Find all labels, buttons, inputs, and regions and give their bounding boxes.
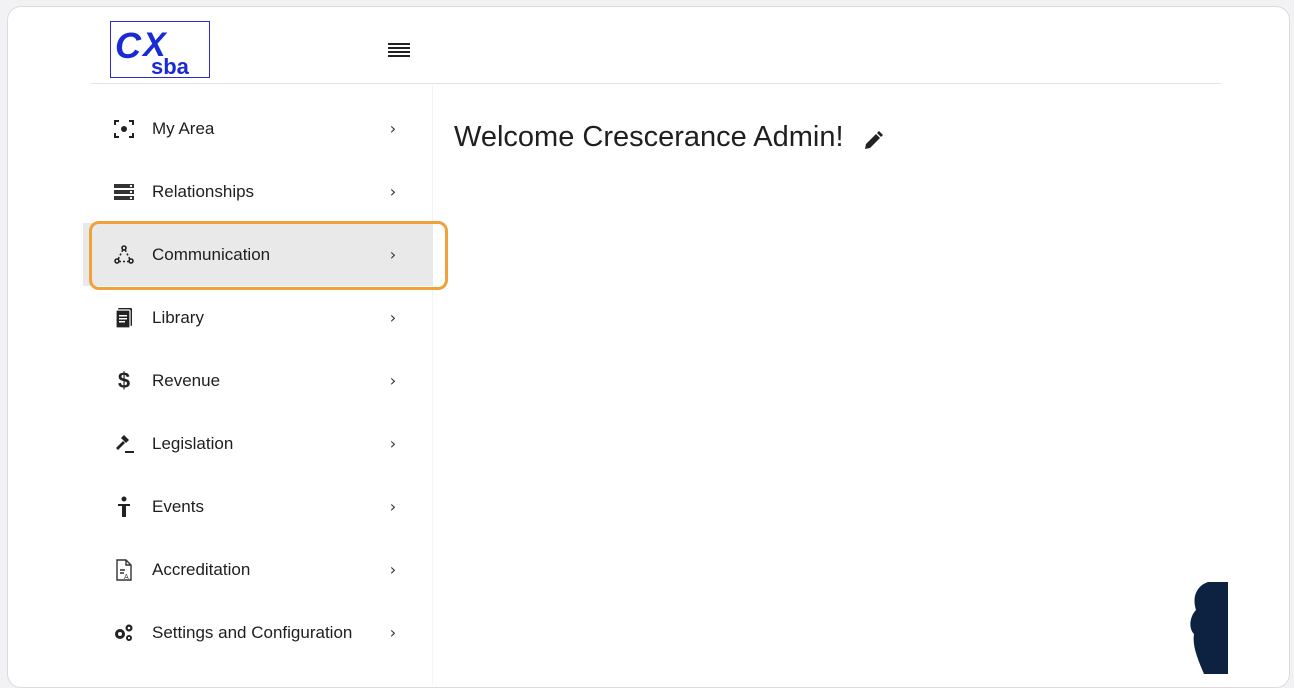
sidebar-item-label: Library bbox=[152, 307, 204, 327]
hamburger-icon[interactable] bbox=[388, 41, 410, 63]
document-icon bbox=[111, 305, 137, 331]
sidebar-item-label: Communication bbox=[152, 244, 271, 264]
sidebar-item-events[interactable]: Events › bbox=[83, 475, 433, 538]
sidebar-item-legislation[interactable]: Legislation › bbox=[83, 412, 433, 475]
sidebar-item-accreditation[interactable]: A Accreditation › bbox=[83, 538, 433, 601]
sidebar-item-relationships[interactable]: Relationships › bbox=[83, 160, 433, 223]
svg-text:sba: sba bbox=[151, 54, 190, 77]
app-window: C X sba My Area › Relationships › Commun… bbox=[7, 6, 1290, 688]
sidebar-item-label: Accreditation bbox=[152, 559, 251, 579]
chevron-right-icon: › bbox=[389, 182, 397, 201]
sidebar-nav: My Area › Relationships › Communication bbox=[83, 97, 433, 664]
sidebar-item-label: Settings and Configuration bbox=[152, 622, 353, 642]
sidebar-item-communication[interactable]: Communication › bbox=[83, 223, 433, 286]
doc-badge-icon: A bbox=[111, 557, 137, 583]
chevron-right-icon: › bbox=[389, 497, 397, 516]
sidebar-item-label: Relationships bbox=[152, 181, 255, 201]
chevron-right-icon: › bbox=[389, 119, 397, 138]
chevron-right-icon: › bbox=[389, 245, 397, 264]
page-title: Welcome Crescerance Admin! bbox=[454, 121, 884, 154]
svg-text:C: C bbox=[115, 25, 142, 66]
chevron-right-icon: › bbox=[389, 371, 397, 390]
chevron-right-icon: › bbox=[389, 623, 397, 642]
welcome-text: Welcome Crescerance Admin! bbox=[454, 121, 844, 153]
header-divider bbox=[91, 83, 1221, 84]
chevron-right-icon: › bbox=[389, 560, 397, 579]
sidebar-item-revenue[interactable]: $ Revenue › bbox=[83, 349, 433, 412]
network-triangle-icon bbox=[111, 242, 137, 268]
app-logo[interactable]: C X sba bbox=[110, 21, 210, 79]
sidebar-item-library[interactable]: Library › bbox=[83, 286, 433, 349]
sidebar-item-label: My Area bbox=[152, 118, 215, 138]
person-podium-icon bbox=[111, 494, 137, 520]
sidebar-item-label: Events bbox=[152, 496, 204, 516]
gavel-icon bbox=[111, 431, 137, 457]
list-stack-icon bbox=[111, 179, 137, 205]
sidebar-item-my-area[interactable]: My Area › bbox=[83, 97, 433, 160]
gears-icon bbox=[111, 620, 137, 646]
dollar-icon: $ bbox=[117, 367, 131, 393]
chevron-right-icon: › bbox=[389, 308, 397, 327]
pencil-icon[interactable] bbox=[862, 127, 884, 149]
decorative-figure bbox=[1178, 582, 1228, 674]
svg-text:A: A bbox=[124, 574, 129, 581]
sidebar-item-label: Revenue bbox=[152, 370, 221, 390]
focus-dot-icon bbox=[111, 116, 137, 142]
sidebar-item-label: Legislation bbox=[152, 433, 234, 453]
chevron-right-icon: › bbox=[389, 434, 397, 453]
sidebar-item-settings[interactable]: Settings and Configuration › bbox=[83, 601, 433, 664]
